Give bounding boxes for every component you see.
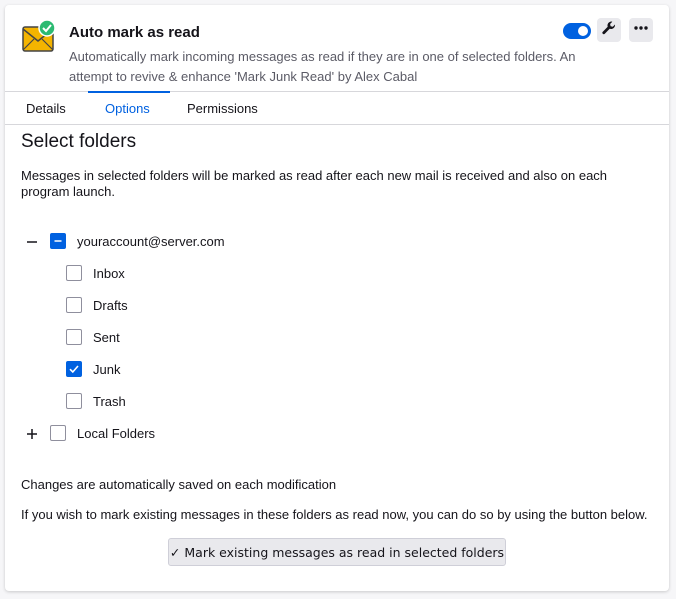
- section-heading: Select folders: [21, 131, 137, 152]
- tabs-divider-bottom: [5, 124, 669, 125]
- mark-existing-read-button[interactable]: ✓ Mark existing messages as read in sele…: [168, 538, 506, 566]
- hint-text: If you wish to mark existing messages in…: [21, 507, 648, 522]
- addon-card: Auto mark as read Automatically mark inc…: [5, 5, 669, 591]
- tab-details[interactable]: Details: [26, 101, 66, 116]
- addon-title: Auto mark as read: [69, 24, 200, 41]
- intro-text: Messages in selected folders will be mar…: [21, 168, 608, 199]
- folder-label-sent: Sent: [93, 330, 120, 345]
- local-folders-checkbox[interactable]: [50, 425, 66, 441]
- preferences-button[interactable]: [597, 18, 621, 42]
- folder-checkbox-trash[interactable]: [66, 393, 82, 409]
- active-tab-indicator: [88, 91, 170, 93]
- local-folders-label: Local Folders: [77, 426, 156, 441]
- account-checkbox[interactable]: [50, 233, 66, 249]
- folder-label-drafts: Drafts: [93, 298, 128, 313]
- tab-options[interactable]: Options: [105, 101, 150, 116]
- folder-checkbox-sent[interactable]: [66, 329, 82, 345]
- ellipsis-icon: [633, 20, 649, 41]
- folder-checkbox-junk[interactable]: [66, 361, 82, 377]
- folder-label-junk: Junk: [93, 362, 121, 377]
- expand-icon[interactable]: [26, 427, 38, 439]
- folder-checkbox-inbox[interactable]: [66, 265, 82, 281]
- folder-checkbox-drafts[interactable]: [66, 297, 82, 313]
- more-options-button[interactable]: [629, 18, 653, 42]
- wrench-icon: [601, 20, 617, 41]
- toggle-knob: [578, 26, 588, 36]
- account-label: youraccount@server.com: [77, 234, 225, 249]
- folder-label-inbox: Inbox: [93, 266, 125, 281]
- folder-label-trash: Trash: [93, 394, 126, 409]
- enable-toggle[interactable]: [563, 23, 591, 39]
- envelope-check-icon: [22, 19, 58, 55]
- collapse-icon[interactable]: [26, 235, 38, 247]
- addon-description: Automatically mark incoming messages as …: [69, 49, 576, 84]
- autosave-note: Changes are automatically saved on each …: [21, 477, 337, 492]
- tab-permissions[interactable]: Permissions: [187, 101, 258, 116]
